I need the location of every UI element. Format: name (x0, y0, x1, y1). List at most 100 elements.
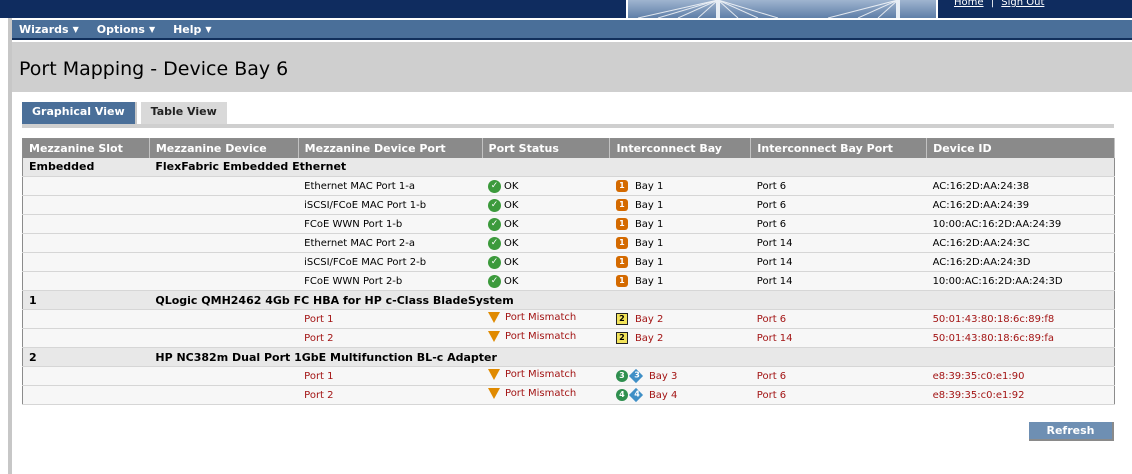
ok-check-icon: ✓ (488, 236, 502, 250)
empty-cell (22, 176, 150, 196)
table-row: Port 2 Port Mismatch 4 4 Bay 4 Port 6 e8:39:35… (22, 385, 1115, 405)
port-status: OK (504, 237, 519, 249)
table-row: Ethernet MAC Port 2-a ✓ OK 1 Bay 1 Port 14 AC:… (22, 233, 1115, 253)
interconnect-bay-port: Port 14 (750, 328, 927, 348)
device-id: e8:39:35:c0:e1:90 (926, 366, 1115, 386)
port-status-cell: ✓ OK (482, 176, 610, 196)
empty-cell (22, 271, 150, 291)
caret-down-icon: ▼ (148, 24, 156, 34)
device-port: Port 1 (298, 309, 483, 329)
table-group-row: Embedded FlexFabric Embedded Ethernet (22, 157, 1115, 177)
interconnect-bay: Bay 2 (634, 313, 664, 325)
bay-1-icon: 1 (615, 199, 628, 211)
interconnect-bay-cell[interactable]: 2 Bay 2 (609, 328, 751, 348)
refresh-button[interactable]: Refresh (1029, 422, 1114, 441)
empty-cell (149, 252, 299, 272)
device-id: 10:00:AC:16:2D:AA:24:3D (926, 271, 1115, 291)
column-header: Device ID (926, 138, 1115, 158)
banner-bridge-image (626, 0, 938, 18)
device-id: AC:16:2D:AA:24:39 (926, 195, 1115, 215)
empty-cell (22, 195, 150, 215)
bay-1-icon: 1 (615, 180, 628, 192)
column-header: Port Status (482, 138, 611, 158)
empty-cell (149, 366, 299, 386)
port-status: Port Mismatch (505, 388, 577, 399)
interconnect-bay-cell[interactable]: 1 Bay 1 (609, 252, 751, 272)
home-link[interactable]: Home (954, 0, 984, 8)
interconnect-bay-port: Port 6 (750, 195, 927, 215)
ok-check-icon: ✓ (488, 274, 502, 288)
menubar: Wizards ▼ Options ▼ Help ▼ (12, 20, 1132, 40)
table-group-row: 1 QLogic QMH2462 4Gb FC HBA for HP c-Clas… (22, 290, 1115, 310)
interconnect-bay: Bay 1 (634, 199, 664, 211)
device-port: Port 2 (298, 385, 483, 405)
menu-label: Wizards (19, 22, 69, 36)
interconnect-bay: Bay 1 (634, 218, 664, 230)
tab-table-view[interactable]: Table View (140, 102, 227, 124)
empty-cell (22, 233, 150, 253)
empty-cell (22, 214, 150, 234)
table-row: Ethernet MAC Port 1-a ✓ OK 1 Bay 1 Port 6 AC:1… (22, 176, 1115, 196)
device-id: AC:16:2D:AA:24:3C (926, 233, 1115, 253)
port-status-cell: ✓ OK (482, 214, 610, 234)
device-port: FCoE WWN Port 1-b (298, 214, 483, 234)
bay-diamond-number: 3 (634, 370, 640, 380)
menu-label: Options (96, 22, 145, 36)
port-mapping-table: Mezzanine Slot Mezzanine Device Mezzanin… (22, 138, 1115, 405)
warning-icon (488, 369, 501, 380)
signout-link[interactable]: Sign Out (1001, 0, 1044, 8)
interconnect-bay-cell[interactable]: 1 Bay 1 (609, 176, 751, 196)
menu-options[interactable]: Options ▼ (97, 23, 155, 36)
port-status-cell: ✓ OK (482, 233, 610, 253)
page-header: Port Mapping - Device Bay 6 (12, 42, 1132, 92)
mezzanine-slot: Embedded (22, 157, 150, 177)
menu-help[interactable]: Help ▼ (173, 23, 211, 36)
bay-4-diamond-icon: 4 (628, 387, 644, 403)
mezzanine-device: FlexFabric Embedded Ethernet (149, 157, 1115, 177)
table-row: iSCSI/FCoE MAC Port 2-b ✓ OK 1 Bay 1 Port 14 A… (22, 252, 1115, 272)
empty-cell (22, 252, 150, 272)
interconnect-bay: Bay 1 (634, 256, 664, 268)
menu-wizards[interactable]: Wizards ▼ (19, 23, 79, 36)
caret-down-icon: ▼ (72, 24, 79, 34)
tab-graphical-view[interactable]: Graphical View (22, 102, 137, 124)
bay-1-icon: 1 (615, 218, 628, 230)
mezzanine-device: HP NC382m Dual Port 1GbE Multifunction B… (149, 347, 1115, 367)
interconnect-bay-cell[interactable]: 1 Bay 1 (609, 214, 751, 234)
empty-cell (22, 328, 150, 348)
interconnect-bay-cell[interactable]: 1 Bay 1 (609, 233, 751, 253)
interconnect-bay-cell[interactable]: 3 3 Bay 3 (609, 366, 751, 386)
interconnect-bay-port: Port 6 (750, 385, 927, 405)
column-header: Mezzanine Slot (22, 138, 150, 158)
interconnect-bay-cell[interactable]: 1 Bay 1 (609, 195, 751, 215)
device-port: iSCSI/FCoE MAC Port 2-b (298, 252, 483, 272)
table-row: FCoE WWN Port 2-b ✓ OK 1 Bay 1 Port 14 10:00:A… (22, 271, 1115, 291)
port-status: OK (504, 199, 519, 211)
ok-check-icon: ✓ (488, 179, 502, 193)
table-header-row: Mezzanine Slot Mezzanine Device Mezzanin… (22, 138, 1115, 158)
device-id: 10:00:AC:16:2D:AA:24:39 (926, 214, 1115, 234)
caret-down-icon: ▼ (205, 24, 212, 34)
interconnect-bay-cell[interactable]: 2 Bay 2 (609, 309, 751, 329)
bay-1-icon: 1 (615, 237, 628, 249)
interconnect-bay-cell[interactable]: 4 4 Bay 4 (609, 385, 751, 405)
port-status: Port Mismatch (505, 369, 577, 380)
interconnect-bay-port: Port 6 (750, 366, 927, 386)
port-status-cell: ✓ OK (482, 195, 610, 215)
ok-check-icon: ✓ (488, 217, 502, 231)
table-row: Port 1 Port Mismatch 3 3 Bay 3 Port 6 e8:39:35… (22, 366, 1115, 386)
column-header: Interconnect Bay (609, 138, 752, 158)
port-status-cell: ✓ OK (482, 252, 610, 272)
device-id: AC:16:2D:AA:24:38 (926, 176, 1115, 196)
device-port: Port 2 (298, 328, 483, 348)
column-header: Mezzanine Device Port (298, 138, 483, 158)
column-header: Interconnect Bay Port (750, 138, 928, 158)
empty-cell (22, 385, 150, 405)
bay-4-icon: 4 (615, 389, 628, 401)
interconnect-bay-cell[interactable]: 1 Bay 1 (609, 271, 751, 291)
table-row: FCoE WWN Port 1-b ✓ OK 1 Bay 1 Port 6 10:00:AC… (22, 214, 1115, 234)
view-tabs: Graphical View Table View (22, 102, 231, 124)
interconnect-bay: Bay 1 (634, 180, 664, 192)
column-header: Mezzanine Device (149, 138, 299, 158)
interconnect-bay: Bay 3 (648, 370, 678, 382)
